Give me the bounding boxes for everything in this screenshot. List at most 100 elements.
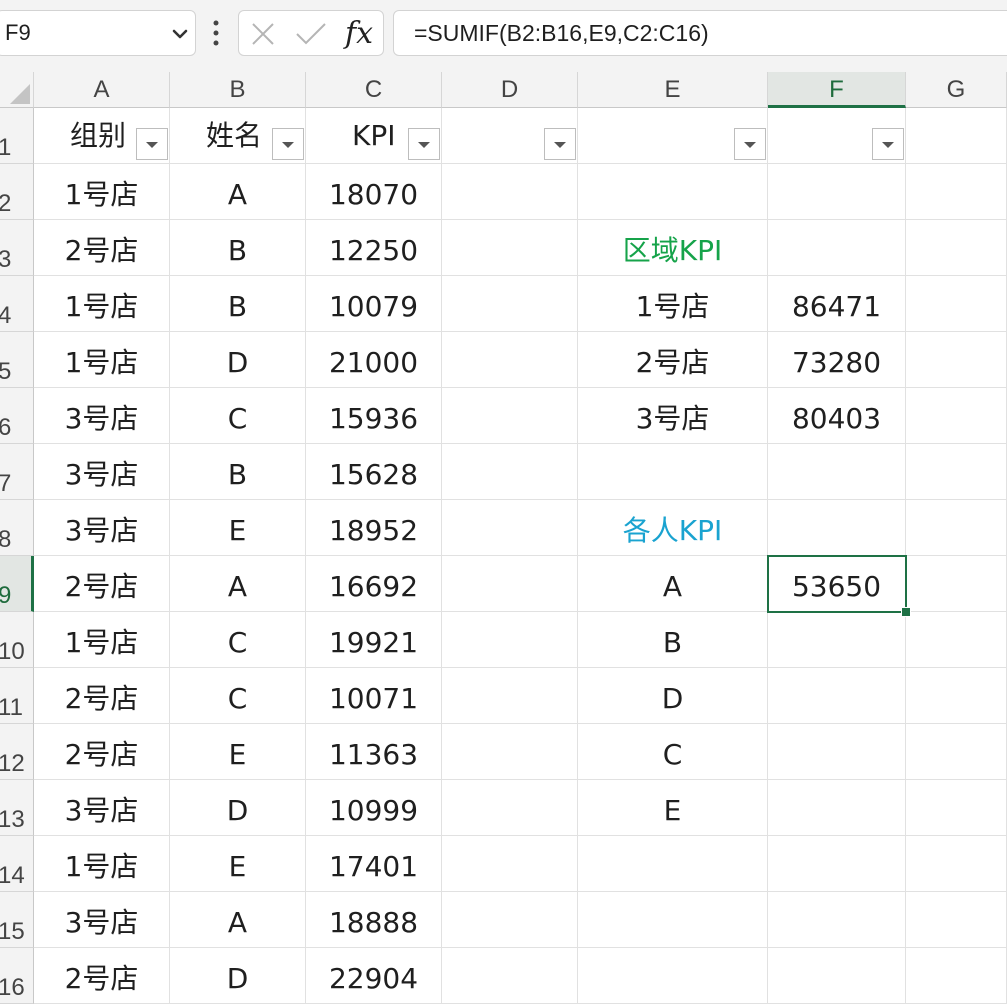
cell-g14[interactable]: [906, 836, 1007, 892]
cell-b13[interactable]: D: [170, 780, 306, 836]
cell-e7[interactable]: [578, 444, 768, 500]
row-header-8[interactable]: 8: [0, 500, 34, 556]
cell-f16[interactable]: [768, 948, 906, 1004]
cell-b4[interactable]: B: [170, 276, 306, 332]
cell-d11[interactable]: [442, 668, 578, 724]
cell-c10[interactable]: 19921: [306, 612, 442, 668]
row-header-12[interactable]: 12: [0, 724, 34, 780]
cell-g8[interactable]: [906, 500, 1007, 556]
cell-g6[interactable]: [906, 388, 1007, 444]
cell-f6[interactable]: 80403: [768, 388, 906, 444]
column-header-e[interactable]: E: [578, 72, 768, 108]
cell-a7[interactable]: 3号店: [34, 444, 170, 500]
cell-c13[interactable]: 10999: [306, 780, 442, 836]
cell-c16[interactable]: 22904: [306, 948, 442, 1004]
cell-f2[interactable]: [768, 164, 906, 220]
cell-e9[interactable]: A: [578, 556, 768, 612]
cell-c4[interactable]: 10079: [306, 276, 442, 332]
cell-f13[interactable]: [768, 780, 906, 836]
cell-d12[interactable]: [442, 724, 578, 780]
cell-a10[interactable]: 1号店: [34, 612, 170, 668]
cell-f15[interactable]: [768, 892, 906, 948]
cell-b2[interactable]: A: [170, 164, 306, 220]
cell-b15[interactable]: A: [170, 892, 306, 948]
formula-input[interactable]: =SUMIF(B2:B16,E9,C2:C16): [393, 10, 1007, 56]
column-header-g[interactable]: G: [906, 72, 1007, 108]
cell-g10[interactable]: [906, 612, 1007, 668]
cell-g11[interactable]: [906, 668, 1007, 724]
cell-d10[interactable]: [442, 612, 578, 668]
cell-a4[interactable]: 1号店: [34, 276, 170, 332]
cell-g9[interactable]: [906, 556, 1007, 612]
cell-a16[interactable]: 2号店: [34, 948, 170, 1004]
cell-d13[interactable]: [442, 780, 578, 836]
confirm-icon[interactable]: [295, 22, 327, 46]
cell-g7[interactable]: [906, 444, 1007, 500]
cell-a9[interactable]: 2号店: [34, 556, 170, 612]
cell-d14[interactable]: [442, 836, 578, 892]
row-header-3[interactable]: 3: [0, 220, 34, 276]
cell-a12[interactable]: 2号店: [34, 724, 170, 780]
cell-f10[interactable]: [768, 612, 906, 668]
name-box[interactable]: F9: [0, 10, 196, 56]
cell-f3[interactable]: [768, 220, 906, 276]
cell-d15[interactable]: [442, 892, 578, 948]
row-header-1[interactable]: 1: [0, 108, 34, 164]
filter-dropdown-icon[interactable]: [734, 128, 766, 160]
cell-a8[interactable]: 3号店: [34, 500, 170, 556]
column-header-f[interactable]: F: [768, 72, 906, 108]
cell-b3[interactable]: B: [170, 220, 306, 276]
cell-f7[interactable]: [768, 444, 906, 500]
cell-e6[interactable]: 3号店: [578, 388, 768, 444]
row-header-2[interactable]: 2: [0, 164, 34, 220]
cell-c6[interactable]: 15936: [306, 388, 442, 444]
row-header-4[interactable]: 4: [0, 276, 34, 332]
filter-dropdown-icon[interactable]: [408, 128, 440, 160]
cell-e16[interactable]: [578, 948, 768, 1004]
select-all-corner[interactable]: [0, 72, 34, 108]
cell-c3[interactable]: 12250: [306, 220, 442, 276]
cell-c7[interactable]: 15628: [306, 444, 442, 500]
cell-e4[interactable]: 1号店: [578, 276, 768, 332]
cell-b16[interactable]: D: [170, 948, 306, 1004]
cell-f14[interactable]: [768, 836, 906, 892]
cell-c12[interactable]: 11363: [306, 724, 442, 780]
cell-d7[interactable]: [442, 444, 578, 500]
cell-d16[interactable]: [442, 948, 578, 1004]
cell-g15[interactable]: [906, 892, 1007, 948]
column-header-d[interactable]: D: [442, 72, 578, 108]
cell-g16[interactable]: [906, 948, 1007, 1004]
column-header-b[interactable]: B: [170, 72, 306, 108]
cell-d6[interactable]: [442, 388, 578, 444]
cell-e10[interactable]: B: [578, 612, 768, 668]
row-header-16[interactable]: 16: [0, 948, 34, 1004]
cell-a11[interactable]: 2号店: [34, 668, 170, 724]
filter-dropdown-icon[interactable]: [272, 128, 304, 160]
cell-a5[interactable]: 1号店: [34, 332, 170, 388]
cell-f8[interactable]: [768, 500, 906, 556]
cell-d4[interactable]: [442, 276, 578, 332]
row-header-7[interactable]: 7: [0, 444, 34, 500]
cell-e14[interactable]: [578, 836, 768, 892]
row-header-14[interactable]: 14: [0, 836, 34, 892]
column-header-c[interactable]: C: [306, 72, 442, 108]
cell-e8[interactable]: 各人KPI: [578, 500, 768, 556]
cell-b5[interactable]: D: [170, 332, 306, 388]
cell-f12[interactable]: [768, 724, 906, 780]
filter-dropdown-icon[interactable]: [544, 128, 576, 160]
cell-d3[interactable]: [442, 220, 578, 276]
cell-e12[interactable]: C: [578, 724, 768, 780]
row-header-15[interactable]: 15: [0, 892, 34, 948]
cell-b10[interactable]: C: [170, 612, 306, 668]
cell-b7[interactable]: B: [170, 444, 306, 500]
cell-f9[interactable]: 53650: [768, 556, 906, 612]
cell-e13[interactable]: E: [578, 780, 768, 836]
cell-f11[interactable]: [768, 668, 906, 724]
cell-a13[interactable]: 3号店: [34, 780, 170, 836]
cell-a15[interactable]: 3号店: [34, 892, 170, 948]
cell-e2[interactable]: [578, 164, 768, 220]
row-header-9[interactable]: 9: [0, 556, 34, 612]
cell-b11[interactable]: C: [170, 668, 306, 724]
cell-a3[interactable]: 2号店: [34, 220, 170, 276]
cell-f5[interactable]: 73280: [768, 332, 906, 388]
